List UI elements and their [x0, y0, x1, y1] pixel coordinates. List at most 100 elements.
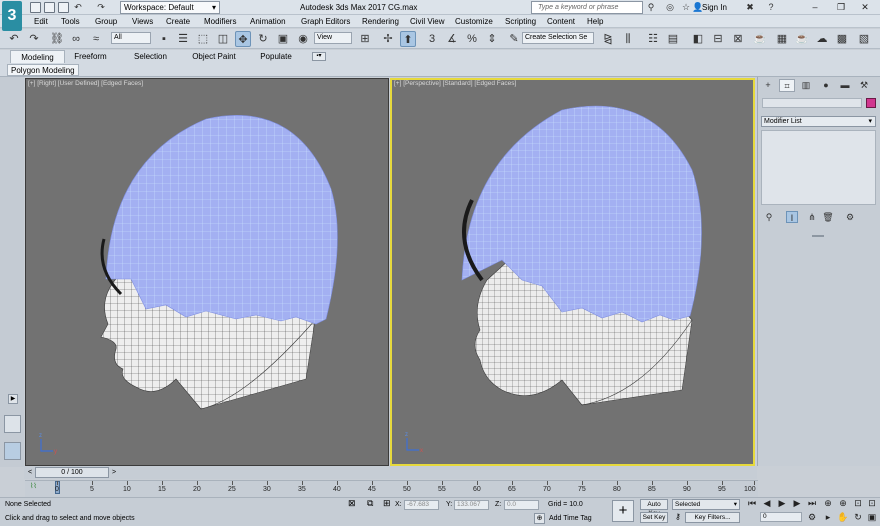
pin-stack-icon[interactable]: ⚲	[763, 211, 775, 223]
undo-icon[interactable]: ↶	[6, 31, 22, 47]
bind-space-warp-icon[interactable]: ≈	[88, 31, 104, 47]
rect-selection-icon[interactable]: ⬚	[195, 31, 211, 47]
zoom-icon[interactable]: ⊕	[822, 497, 834, 509]
x-coordinate-field[interactable]: -67.683	[404, 500, 439, 510]
curve-editor-icon[interactable]: ◧	[690, 31, 706, 47]
mirror-icon[interactable]: ⧎	[600, 31, 616, 47]
menu-scripting[interactable]: Scripting	[505, 15, 536, 28]
sign-in-button[interactable]: Sign In	[702, 2, 727, 13]
layer-explorer-icon[interactable]: ☷	[645, 31, 661, 47]
workspace-dropdown[interactable]: Workspace: Default ▾	[120, 1, 220, 14]
key-filter-icon[interactable]: ⚷	[675, 512, 681, 521]
menu-civil-view[interactable]: Civil View	[410, 15, 445, 28]
go-to-start-icon[interactable]: ⏮	[746, 497, 758, 509]
keyboard-shortcut-override-icon[interactable]: ⬆	[400, 31, 416, 47]
reference-coordinate-dropdown[interactable]: View	[314, 32, 352, 44]
maximize-viewport-icon[interactable]: ▣	[866, 511, 878, 523]
select-move-icon[interactable]: ✥	[235, 31, 251, 47]
user-icon[interactable]: 👤	[692, 2, 703, 12]
close-button[interactable]: ✕	[858, 1, 872, 13]
set-key-button[interactable]: Set Key	[640, 512, 668, 523]
pan-view-icon[interactable]: ✋	[837, 511, 849, 523]
display-tab-icon[interactable]: ▬	[837, 79, 853, 92]
viewport-right-label[interactable]: [+] [Right] [User Defined] [Edged Faces]	[28, 80, 143, 87]
menu-help[interactable]: Help	[587, 15, 603, 28]
open-file-icon[interactable]	[44, 2, 55, 13]
next-frame-arrow-icon[interactable]: >	[110, 467, 118, 478]
unlink-icon[interactable]: ∞	[68, 31, 84, 47]
prev-frame-arrow-icon[interactable]: <	[26, 467, 34, 478]
viewport-right[interactable]: z y	[25, 78, 389, 466]
pivot-center-icon[interactable]: ⊞	[357, 31, 373, 47]
object-name-field[interactable]	[762, 98, 862, 108]
binoculars-icon[interactable]: ⚲	[646, 2, 656, 12]
redo-icon[interactable]: ↷	[26, 31, 42, 47]
named-selection-dropdown[interactable]: Create Selection Se	[522, 32, 594, 44]
exchange-icon[interactable]: ✖	[745, 2, 755, 12]
viewport-perspective[interactable]: z x	[390, 78, 755, 466]
edit-named-selection-icon[interactable]: ✎	[506, 31, 522, 47]
time-configuration-icon[interactable]: ⚙	[806, 511, 818, 523]
render-production-icon[interactable]: ☕	[794, 31, 810, 47]
menu-customize[interactable]: Customize	[455, 15, 493, 28]
redo-small-icon[interactable]: ↷	[96, 2, 106, 12]
y-coordinate-field[interactable]: 133.067	[454, 500, 489, 510]
isolate-selection-icon[interactable]: ⧉	[367, 498, 373, 509]
time-slider[interactable]: 0 / 100	[35, 467, 109, 478]
save-file-icon[interactable]	[58, 2, 69, 13]
key-filters-button[interactable]: Key Filters...	[685, 512, 740, 523]
window-crossing-icon[interactable]: ◫	[215, 31, 231, 47]
mini-curve-editor-icon[interactable]: ⌇⌇	[30, 482, 37, 490]
select-scale-icon[interactable]: ▣	[275, 31, 291, 47]
absolute-mode-icon[interactable]: ⊞	[383, 498, 391, 509]
minimize-button[interactable]: –	[808, 1, 822, 13]
polygon-modeling-panel[interactable]: Polygon Modeling	[7, 64, 79, 76]
toggle-ribbon-icon[interactable]: ▤	[665, 31, 681, 47]
viewport-layout-icon[interactable]	[4, 442, 21, 460]
menu-edit[interactable]: Edit	[34, 15, 48, 28]
make-unique-icon[interactable]: ⋔	[806, 211, 818, 223]
time-tag-icon[interactable]: ⊕	[534, 513, 545, 524]
panel-drag-handle[interactable]	[812, 235, 824, 237]
configure-modifier-sets-icon[interactable]: ⚙	[844, 211, 856, 223]
ribbon-options-dropdown[interactable]: ▪▾	[312, 52, 326, 61]
zoom-extents-icon[interactable]: ⊡	[852, 497, 864, 509]
add-time-tag-button[interactable]: Add Time Tag	[549, 515, 592, 522]
rendered-frame-window-icon[interactable]: ▦	[774, 31, 790, 47]
menu-animation[interactable]: Animation	[250, 15, 286, 28]
modifier-stack[interactable]	[761, 130, 876, 205]
undo-small-icon[interactable]: ↶	[73, 2, 83, 12]
select-by-name-icon[interactable]: ☰	[175, 31, 191, 47]
expand-arrow-icon[interactable]: ▶	[8, 394, 18, 404]
previous-frame-icon[interactable]: ◀	[761, 497, 773, 509]
render-setup-icon[interactable]: ☕	[752, 31, 768, 47]
percent-snap-icon[interactable]: %	[464, 31, 480, 47]
next-frame-icon[interactable]: ▶	[791, 497, 803, 509]
modifier-list-dropdown[interactable]: Modifier List ▾	[761, 116, 876, 127]
selection-filter-dropdown[interactable]: All	[111, 32, 151, 44]
show-end-result-icon[interactable]: Ⅰ	[786, 211, 798, 223]
search-input[interactable]: Type a keyword or phrase	[531, 1, 643, 14]
menu-content[interactable]: Content	[547, 15, 575, 28]
angle-snap-icon[interactable]: ∡	[444, 31, 460, 47]
tab-modeling[interactable]: Modeling	[10, 50, 65, 63]
menu-rendering[interactable]: Rendering	[362, 15, 399, 28]
object-color-swatch[interactable]	[866, 98, 876, 108]
menu-tools[interactable]: Tools	[61, 15, 80, 28]
menu-group[interactable]: Group	[95, 15, 117, 28]
community-icon[interactable]: ◎	[665, 2, 675, 12]
zoom-extents-all-icon[interactable]: ⊡	[866, 497, 878, 509]
app-logo-icon[interactable]: 3	[2, 1, 22, 31]
utilities-tab-icon[interactable]: ⚒	[856, 79, 872, 92]
snaps-toggle-icon[interactable]: 3	[424, 31, 440, 47]
orbit-icon[interactable]: ↻	[852, 511, 864, 523]
menu-modifiers[interactable]: Modifiers	[204, 15, 236, 28]
zoom-all-icon[interactable]: ⊕	[837, 497, 849, 509]
new-file-icon[interactable]	[30, 2, 41, 13]
menu-create[interactable]: Create	[166, 15, 190, 28]
current-frame-field[interactable]: 0	[760, 512, 802, 522]
select-object-icon[interactable]: ▪	[156, 31, 172, 47]
schematic-view-icon[interactable]: ⊟	[710, 31, 726, 47]
align-icon[interactable]: ⫼	[620, 31, 636, 47]
lock-selection-icon[interactable]: ⊠	[348, 498, 356, 509]
